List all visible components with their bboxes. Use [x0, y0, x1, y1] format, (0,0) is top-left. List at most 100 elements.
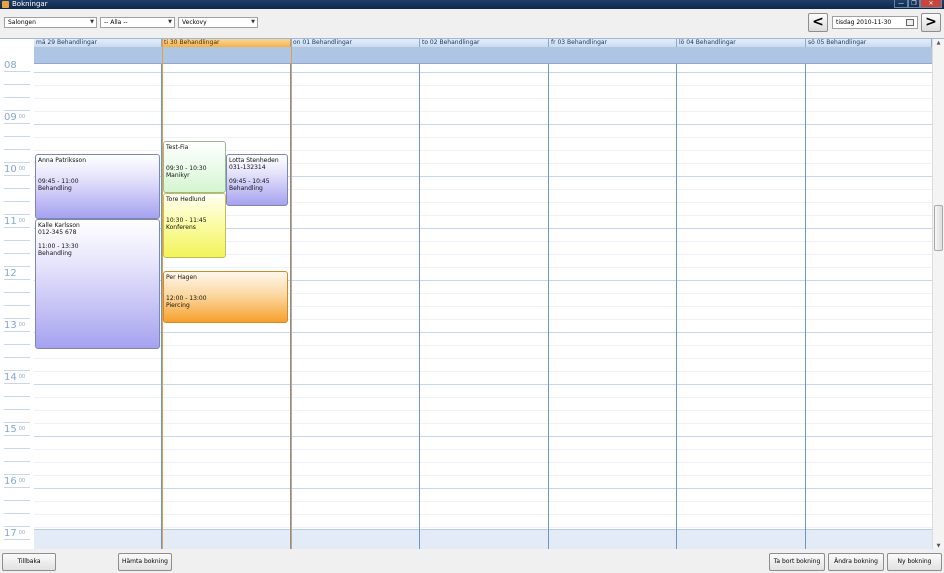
time-gutter-tick	[4, 162, 30, 163]
day-header-wed[interactable]: on 01 Behandlingar	[291, 39, 420, 47]
maximize-button[interactable]: ❐	[908, 0, 920, 8]
appointment-name: Per Hagen	[166, 274, 197, 281]
hour-label: 16 00	[4, 477, 25, 487]
day-header-row: må 29 Behandlingar ti 30 Behandlingar on…	[34, 39, 932, 47]
date-picker[interactable]: tisdag 2010-11-30	[832, 16, 918, 29]
close-button[interactable]: ✕	[920, 0, 942, 8]
scroll-down-icon[interactable]: ▼	[933, 542, 944, 549]
hour-label: 14 00	[4, 373, 25, 383]
time-gutter-tick	[4, 383, 30, 384]
next-week-button[interactable]: >	[921, 13, 941, 32]
appointment-time: 11:00 - 13:30	[38, 243, 79, 250]
appointment-test-fia[interactable]: Test-Fia 09:30 - 10:30 Manikyr	[163, 141, 226, 193]
hour-label-minute: 00	[18, 374, 26, 380]
time-gutter-tick	[4, 123, 30, 124]
hour-label-hour: 09	[4, 112, 17, 123]
appointment-name: Lotta Stenheden	[229, 157, 279, 164]
time-gutter-tick	[4, 240, 30, 241]
time-gutter-tick	[4, 214, 30, 215]
appointment-type: Behandling	[38, 185, 72, 192]
location-select[interactable]: Salongen ▼	[4, 17, 97, 28]
view-select[interactable]: Veckovy ▼	[178, 17, 258, 28]
minimize-button[interactable]: —	[894, 0, 908, 8]
time-gutter-tick	[4, 188, 30, 189]
hour-label: 15 00	[4, 425, 25, 435]
hour-label: 08	[4, 61, 19, 71]
day-column-fri[interactable]	[549, 64, 677, 549]
time-gutter-tick	[4, 513, 30, 514]
appointment-kalle-karlsson[interactable]: Kalle Karlsson 012-345 678 11:00 - 13:30…	[35, 219, 160, 349]
appointment-time: 12:00 - 13:00	[166, 295, 207, 302]
hour-label-hour: 12	[4, 268, 17, 279]
appointment-type: Behandling	[38, 250, 72, 257]
day-header-sat[interactable]: lö 04 Behandlingar	[677, 39, 806, 47]
time-gutter-tick	[4, 526, 30, 527]
calendar-icon[interactable]	[906, 19, 914, 26]
time-gutter-tick	[4, 422, 30, 423]
title-bar: Bokningar — ❐ ✕	[0, 0, 944, 9]
back-button[interactable]: Tillbaka	[2, 553, 56, 571]
staff-select-value: -- Alla --	[104, 19, 128, 26]
time-gutter-tick	[4, 97, 30, 98]
appointment-phone: 031-132314	[229, 164, 266, 171]
delete-booking-button[interactable]: Ta bort bokning	[769, 553, 825, 571]
day-header-fri[interactable]: fr 03 Behandlingar	[549, 39, 677, 47]
chevron-down-icon: ▼	[90, 19, 94, 25]
day-header-mon[interactable]: må 29 Behandlingar	[34, 39, 162, 47]
hour-label-hour: 14	[4, 372, 17, 383]
bookings-window: Bokningar — ❐ ✕ Salongen ▼ -- Alla -- ▼ …	[0, 0, 944, 573]
staff-select[interactable]: -- Alla -- ▼	[100, 17, 175, 28]
hour-label: 13 00	[4, 321, 25, 331]
appointment-lotta-stenheden[interactable]: Lotta Stenheden 031-132314 09:45 - 10:45…	[226, 154, 288, 206]
hour-label-minute: 00	[18, 166, 26, 172]
vertical-scrollbar[interactable]: ▲ ▼	[932, 39, 944, 549]
hour-label-minute: 00	[18, 114, 26, 120]
fetch-booking-button[interactable]: Hämta bokning	[118, 553, 172, 571]
day-header-tue[interactable]: ti 30 Behandlingar	[162, 39, 291, 47]
hour-label-hour: 10	[4, 164, 17, 175]
hour-label-hour: 11	[4, 216, 17, 227]
hour-label: 10 00	[4, 165, 25, 175]
day-column-sat[interactable]	[677, 64, 806, 549]
time-gutter-tick	[4, 227, 30, 228]
time-gutter-tick	[4, 292, 30, 293]
time-gutter-tick	[4, 344, 30, 345]
appointment-type: Manikyr	[166, 172, 190, 179]
location-select-value: Salongen	[8, 19, 36, 26]
hour-label-minute: 00	[18, 530, 26, 536]
hour-label: 12	[4, 269, 19, 279]
hour-label-minute: 00	[18, 218, 26, 224]
day-header-thu[interactable]: to 02 Behandlingar	[420, 39, 549, 47]
day-column-wed[interactable]	[291, 64, 420, 549]
appointment-tore-hedlund[interactable]: Tore Hedlund 10:30 - 11:45 Konferens	[163, 193, 226, 258]
new-booking-button[interactable]: Ny bokning	[887, 553, 942, 571]
hour-label-minute: 00	[18, 478, 26, 484]
appointment-name: Test-Fia	[166, 144, 189, 151]
appointment-type: Piercing	[166, 302, 190, 309]
chevron-down-icon: ▼	[168, 19, 172, 25]
edit-booking-button[interactable]: Ändra bokning	[828, 553, 884, 571]
app-icon	[2, 1, 9, 8]
time-gutter-tick	[4, 435, 30, 436]
week-calendar[interactable]: må 29 Behandlingar ti 30 Behandlingar on…	[0, 38, 944, 549]
appointment-per-hagen[interactable]: Per Hagen 12:00 - 13:00 Piercing	[163, 271, 288, 323]
hour-label: 17 00	[4, 529, 25, 539]
time-gutter-tick	[4, 279, 30, 280]
all-day-band[interactable]	[34, 47, 932, 64]
scrollbar-thumb[interactable]	[934, 205, 943, 251]
appointment-type: Konferens	[166, 224, 196, 231]
time-gutter-tick	[4, 461, 30, 462]
chevron-down-icon: ▼	[251, 19, 255, 25]
time-gutter-tick	[4, 253, 30, 254]
time-gutter-tick	[4, 409, 30, 410]
day-column-thu[interactable]	[420, 64, 549, 549]
time-gutter-tick	[4, 396, 30, 397]
time-gutter-tick	[4, 357, 30, 358]
previous-week-button[interactable]: <	[808, 13, 828, 32]
scroll-up-icon[interactable]: ▲	[933, 39, 944, 47]
day-header-sun[interactable]: sö 05 Behandlingar	[806, 39, 932, 47]
time-gutter-tick	[4, 149, 30, 150]
day-column-sun[interactable]	[806, 64, 932, 549]
time-gutter-tick	[4, 539, 30, 540]
appointment-anna-patriksson[interactable]: Anna Patriksson 09:45 - 11:00 Behandling	[35, 154, 160, 219]
